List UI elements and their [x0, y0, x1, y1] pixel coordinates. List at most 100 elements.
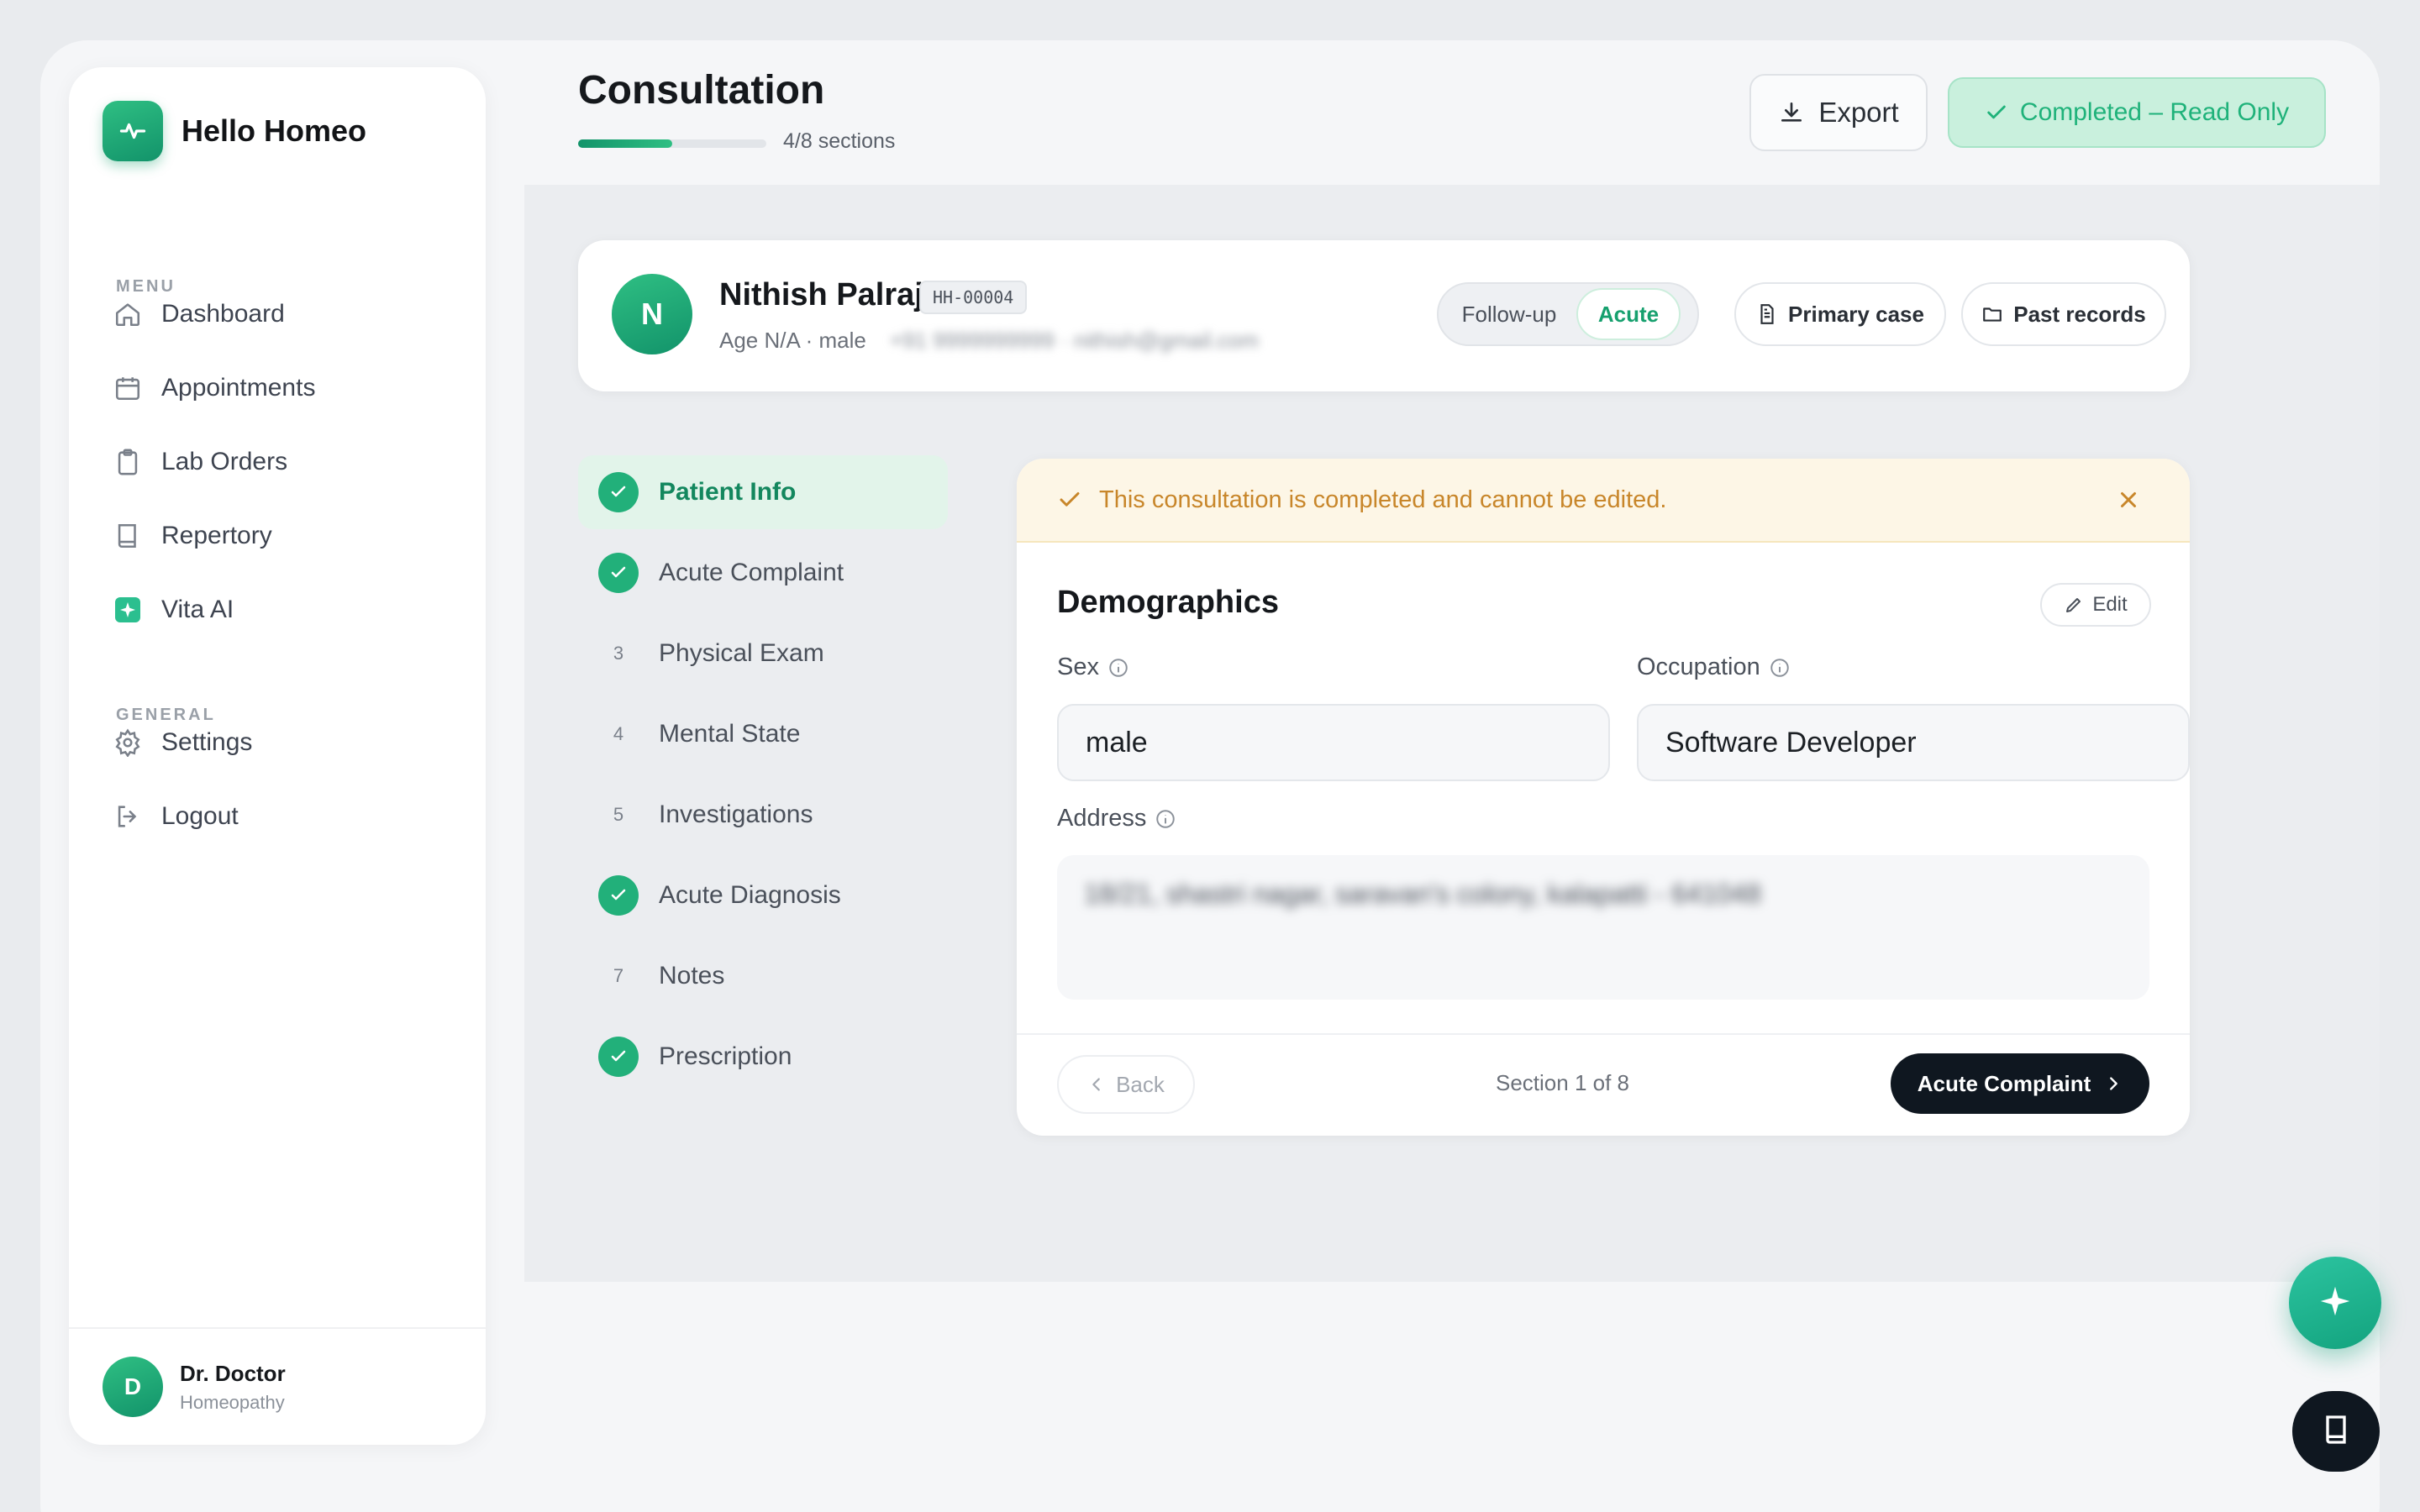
status-label: Completed – Read Only	[2019, 98, 2290, 126]
address-field[interactable]: 18/21, shastri nagar, saravan's colony, …	[1057, 855, 2149, 1000]
address-redacted: 18/21, shastri nagar, saravan's colony, …	[1084, 879, 1762, 909]
sparkle-icon	[2316, 1282, 2354, 1325]
status-badge: Completed – Read Only	[1948, 77, 2326, 148]
step-label: Physical Exam	[659, 639, 824, 667]
gear-icon	[111, 726, 145, 759]
info-icon[interactable]	[1107, 657, 1129, 679]
patient-avatar: N	[612, 274, 692, 354]
step-number: 4	[613, 723, 624, 744]
step-label: Mental State	[659, 720, 801, 748]
step-number: 5	[613, 804, 624, 825]
calendar-icon	[111, 371, 145, 405]
sidebar-item-lab-orders[interactable]: Lab Orders	[111, 435, 447, 489]
step-number: 7	[613, 965, 624, 986]
pulse-icon	[103, 101, 163, 161]
book-icon	[111, 519, 145, 553]
back-label: Back	[1116, 1071, 1165, 1097]
sidebar-item-settings[interactable]: Settings	[111, 716, 447, 769]
logout-icon	[111, 800, 145, 833]
export-label: Export	[1818, 97, 1899, 128]
past-records-label: Past records	[2013, 301, 2146, 327]
visit-type-follow-up[interactable]: Follow-up	[1442, 288, 1576, 340]
patient-age-sex: Age N/A · male	[719, 328, 866, 353]
export-button[interactable]: Export	[1749, 74, 1928, 151]
sidebar-item-label: Repertory	[161, 522, 272, 549]
sections-progress-bar	[578, 139, 766, 148]
read-only-alert: This consultation is completed and canno…	[1017, 459, 2190, 543]
step-mental-state[interactable]: 4 Mental State	[578, 697, 948, 771]
occupation-field[interactable]: Software Developer	[1637, 704, 2190, 781]
brand[interactable]: Hello Homeo	[103, 101, 366, 161]
sidebar-item-appointments[interactable]: Appointments	[111, 361, 447, 415]
check-icon	[1985, 101, 2008, 124]
sex-label-text: Sex	[1057, 654, 1099, 680]
info-icon[interactable]	[1769, 657, 1791, 679]
edit-label: Edit	[2092, 593, 2128, 616]
patient-name: Nithish Palraj	[719, 277, 923, 312]
reference-book-button[interactable]	[2292, 1391, 2380, 1472]
info-icon[interactable]	[1155, 808, 1176, 830]
primary-case-label: Primary case	[1788, 301, 1924, 327]
sidebar-item-logout[interactable]: Logout	[111, 790, 447, 843]
pencil-icon	[2064, 595, 2084, 615]
check-circle-icon	[598, 472, 639, 512]
sex-label: Sex	[1057, 654, 1129, 681]
sidebar-item-vita-ai[interactable]: Vita AI	[111, 583, 447, 637]
sparkle-icon	[111, 593, 145, 627]
step-label: Prescription	[659, 1042, 792, 1070]
step-physical-exam[interactable]: 3 Physical Exam	[578, 617, 948, 690]
patient-meta: Age N/A · male +91 9999999999 · nithish@…	[719, 328, 1259, 354]
visit-type-acute[interactable]: Acute	[1576, 288, 1681, 340]
user-role: Homeopathy	[180, 1391, 285, 1413]
step-acute-complaint[interactable]: Acute Complaint	[578, 536, 948, 610]
primary-case-button[interactable]: Primary case	[1734, 282, 1946, 346]
next-section-button[interactable]: Acute Complaint	[1891, 1053, 2149, 1114]
check-circle-icon	[598, 875, 639, 916]
back-button[interactable]: Back	[1057, 1055, 1195, 1114]
ai-assistant-button[interactable]	[2289, 1257, 2381, 1349]
demographics-card: This consultation is completed and canno…	[1017, 459, 2190, 1136]
folder-icon	[1981, 303, 2003, 325]
sex-field[interactable]: male	[1057, 704, 1610, 781]
progress-text: 4/8 sections	[783, 129, 896, 153]
past-records-button[interactable]: Past records	[1961, 282, 2166, 346]
step-prescription[interactable]: Prescription	[578, 1020, 948, 1094]
address-label-text: Address	[1057, 805, 1147, 832]
page-title: Consultation	[578, 68, 825, 113]
step-label: Acute Diagnosis	[659, 881, 841, 909]
step-acute-diagnosis[interactable]: Acute Diagnosis	[578, 858, 948, 932]
section-title: Demographics	[1057, 585, 1279, 620]
section-indicator: Section 1 of 8	[1496, 1070, 1629, 1095]
step-investigations[interactable]: 5 Investigations	[578, 778, 948, 852]
sidebar-item-label: Appointments	[161, 374, 316, 402]
book-icon	[2319, 1413, 2353, 1451]
patient-contact-redacted: +91 9999999999 · nithish@gmail.com	[889, 328, 1259, 353]
step-number: 3	[613, 643, 624, 664]
edit-button[interactable]: Edit	[2040, 583, 2151, 627]
check-circle-icon	[598, 1037, 639, 1077]
step-notes[interactable]: 7 Notes	[578, 939, 948, 1013]
visit-type-toggle: Follow-up Acute	[1437, 282, 1699, 346]
clipboard-icon	[111, 445, 145, 479]
occupation-label: Occupation	[1637, 654, 1791, 681]
check-icon	[1057, 487, 1082, 512]
patient-id-badge: HH-00004	[919, 281, 1028, 314]
user-name: Dr. Doctor	[180, 1360, 286, 1386]
user-profile[interactable]: D Dr. Doctor Homeopathy	[69, 1327, 486, 1445]
sidebar: Hello Homeo MENU Dashboard Appointments …	[69, 67, 486, 1445]
step-label: Notes	[659, 962, 725, 990]
content-pane: N Nithish Palraj HH-00004 Age N/A · male…	[524, 185, 2380, 1282]
close-icon[interactable]	[2116, 487, 2141, 512]
sidebar-item-repertory[interactable]: Repertory	[111, 509, 447, 563]
next-label: Acute Complaint	[1917, 1070, 2091, 1096]
sidebar-item-label: Logout	[161, 802, 239, 830]
sidebar-item-dashboard[interactable]: Dashboard	[111, 287, 447, 341]
alert-text: This consultation is completed and canno…	[1099, 486, 1667, 513]
sidebar-item-label: Lab Orders	[161, 448, 288, 475]
brand-name: Hello Homeo	[182, 113, 367, 148]
address-label: Address	[1057, 805, 1176, 832]
home-icon	[111, 297, 145, 331]
document-icon	[1756, 303, 1778, 325]
sidebar-item-label: Vita AI	[161, 596, 234, 623]
step-patient-info[interactable]: Patient Info	[578, 455, 948, 529]
